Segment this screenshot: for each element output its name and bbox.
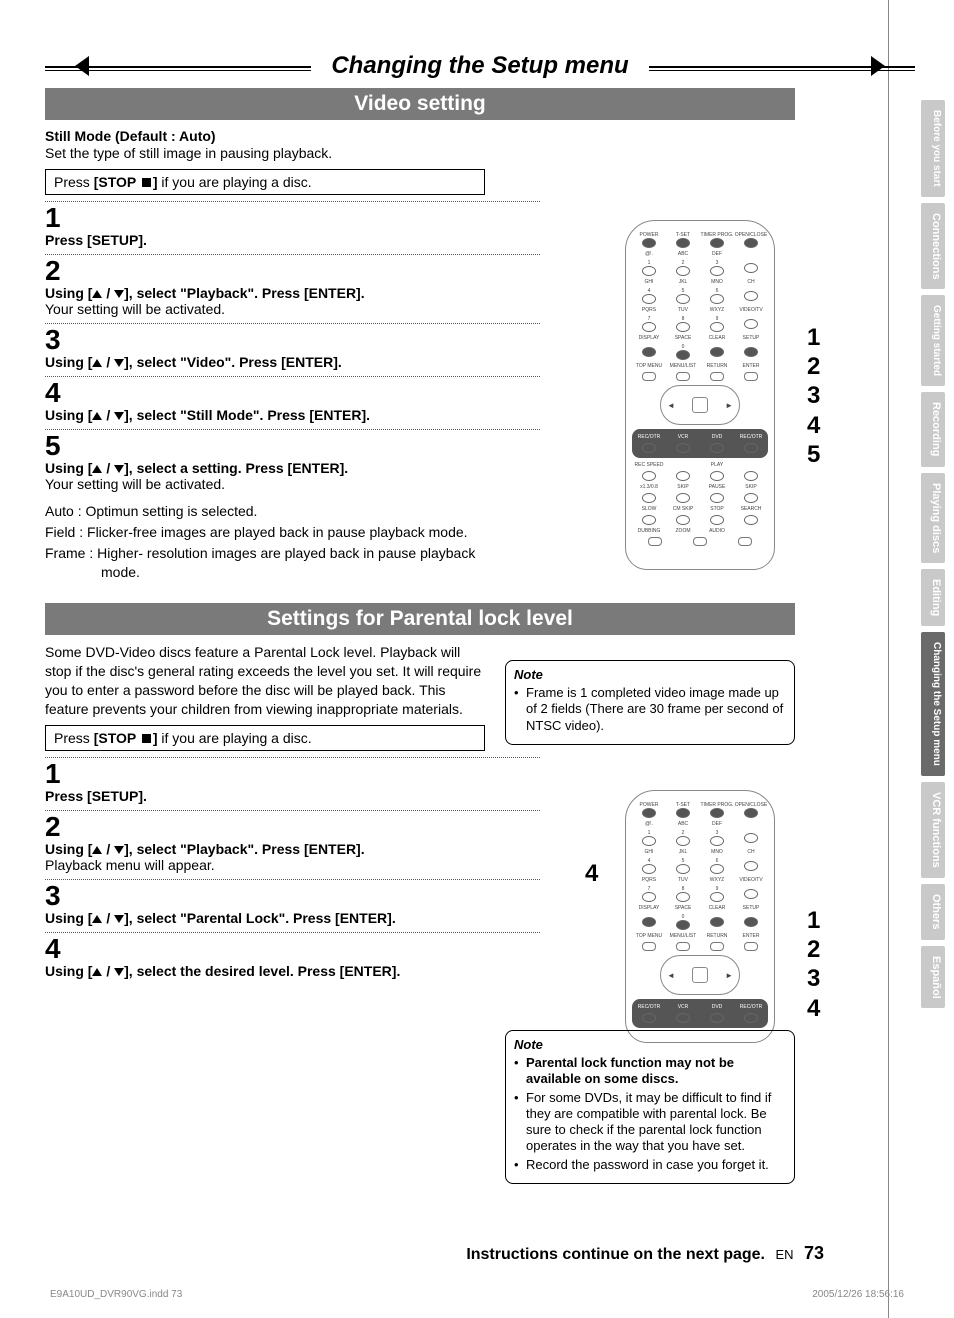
- step-text: Using [ / ], select "Video". Press [ENTE…: [45, 354, 540, 370]
- note-item: Frame is 1 completed video image made up…: [514, 685, 786, 734]
- option-line: Field : Flicker-free images are played b…: [45, 523, 515, 542]
- note-item: For some DVDs, it may be difficult to fi…: [514, 1090, 786, 1155]
- page-banner: Changing the Setup menu: [45, 50, 915, 82]
- side-tab[interactable]: Editing: [921, 569, 945, 626]
- footer-file: E9A10UD_DVR90VG.indd 73: [50, 1289, 182, 1300]
- box2-pre: Press: [54, 730, 94, 746]
- remote2-callouts: 1234: [807, 905, 820, 1022]
- print-footer: E9A10UD_DVR90VG.indd 73 2005/12/26 18:56…: [50, 1289, 904, 1300]
- step-number: 5: [45, 432, 540, 460]
- parental-intro: Some DVD-Video discs feature a Parental …: [45, 643, 485, 719]
- side-tab[interactable]: Changing the Setup menu: [921, 632, 945, 776]
- step-text: Press [SETUP].: [45, 788, 540, 804]
- step-text: Using [ / ], select "Playback". Press [E…: [45, 841, 540, 873]
- step-number: 3: [45, 326, 540, 354]
- note-box-2: Note Parental lock function may not be a…: [505, 1030, 795, 1184]
- note2-title: Note: [514, 1037, 786, 1052]
- side-tab[interactable]: Recording: [921, 392, 945, 466]
- still-mode-desc: Set the type of still image in pausing p…: [45, 144, 795, 163]
- side-tab[interactable]: Getting started: [921, 295, 945, 386]
- footer-timestamp: 2005/12/26 18:56:16: [812, 1289, 904, 1300]
- banner-title: Changing the Setup menu: [311, 52, 648, 80]
- step-text: Using [ / ], select "Playback". Press [E…: [45, 285, 540, 317]
- step-number: 4: [45, 379, 540, 407]
- side-tab[interactable]: Before you start: [921, 100, 945, 197]
- still-mode-options: Auto : Optimun setting is selected. Field…: [45, 502, 515, 582]
- chevron-left-icon: [75, 56, 89, 76]
- note-item: Record the password in case you forget i…: [514, 1157, 786, 1173]
- option-line: Frame : Higher- resolution images are pl…: [45, 544, 515, 582]
- section-video-setting: Video setting: [45, 88, 795, 120]
- section-parental-lock: Settings for Parental lock level: [45, 603, 795, 635]
- step-text: Using [ / ], select the desired level. P…: [45, 963, 540, 979]
- remote-control-diagram-1: POWERT-SETTIMER PROG.OPEN/CLOSE@!.ABCDEF…: [625, 220, 775, 570]
- side-tab[interactable]: Connections: [921, 203, 945, 290]
- press-stop-box-1: Press [STOP ] if you are playing a disc.: [45, 169, 485, 195]
- step-number: 2: [45, 257, 540, 285]
- step-text: Press [SETUP].: [45, 232, 540, 248]
- remote2-callout-left: 4: [585, 858, 598, 887]
- box1-pre: Press: [54, 174, 94, 190]
- step-text: Using [ / ], select a setting. Press [EN…: [45, 460, 540, 492]
- stop-icon: [142, 734, 151, 743]
- press-stop-box-2: Press [STOP ] if you are playing a disc.: [45, 725, 485, 751]
- side-tab[interactable]: Español: [921, 946, 945, 1009]
- side-tabs: Before you start Connections Getting start…: [921, 100, 945, 1008]
- stop-icon: [142, 178, 151, 187]
- box1-post: if you are playing a disc.: [158, 174, 312, 190]
- remote-control-diagram-2: POWERT-SETTIMER PROG.OPEN/CLOSE@!.ABCDEF…: [625, 790, 775, 1043]
- still-mode-heading: Still Mode (Default : Auto): [45, 128, 795, 144]
- side-tab[interactable]: Playing discs: [921, 473, 945, 563]
- box2-post: if you are playing a disc.: [158, 730, 312, 746]
- option-line: Auto : Optimun setting is selected.: [45, 502, 515, 521]
- note-box-1: Note Frame is 1 completed video image ma…: [505, 660, 795, 745]
- step-number: 2: [45, 813, 540, 841]
- note1-title: Note: [514, 667, 786, 682]
- step-number: 3: [45, 882, 540, 910]
- box2-bold: [STOP: [94, 730, 140, 746]
- remote1-callouts: 12345: [807, 322, 820, 468]
- side-tab[interactable]: Others: [921, 884, 945, 939]
- step-number: 1: [45, 204, 540, 232]
- continue-footer: Instructions continue on the next page. …: [466, 1243, 824, 1264]
- step-text: Using [ / ], select "Still Mode". Press …: [45, 407, 540, 423]
- step-text: Using [ / ], select "Parental Lock". Pre…: [45, 910, 540, 926]
- note-item: Parental lock function may not be availa…: [514, 1055, 786, 1088]
- box1-bold: [STOP: [94, 174, 140, 190]
- step-number: 4: [45, 935, 540, 963]
- side-tab[interactable]: VCR functions: [921, 782, 945, 878]
- chevron-right-icon: [871, 56, 885, 76]
- step-number: 1: [45, 760, 540, 788]
